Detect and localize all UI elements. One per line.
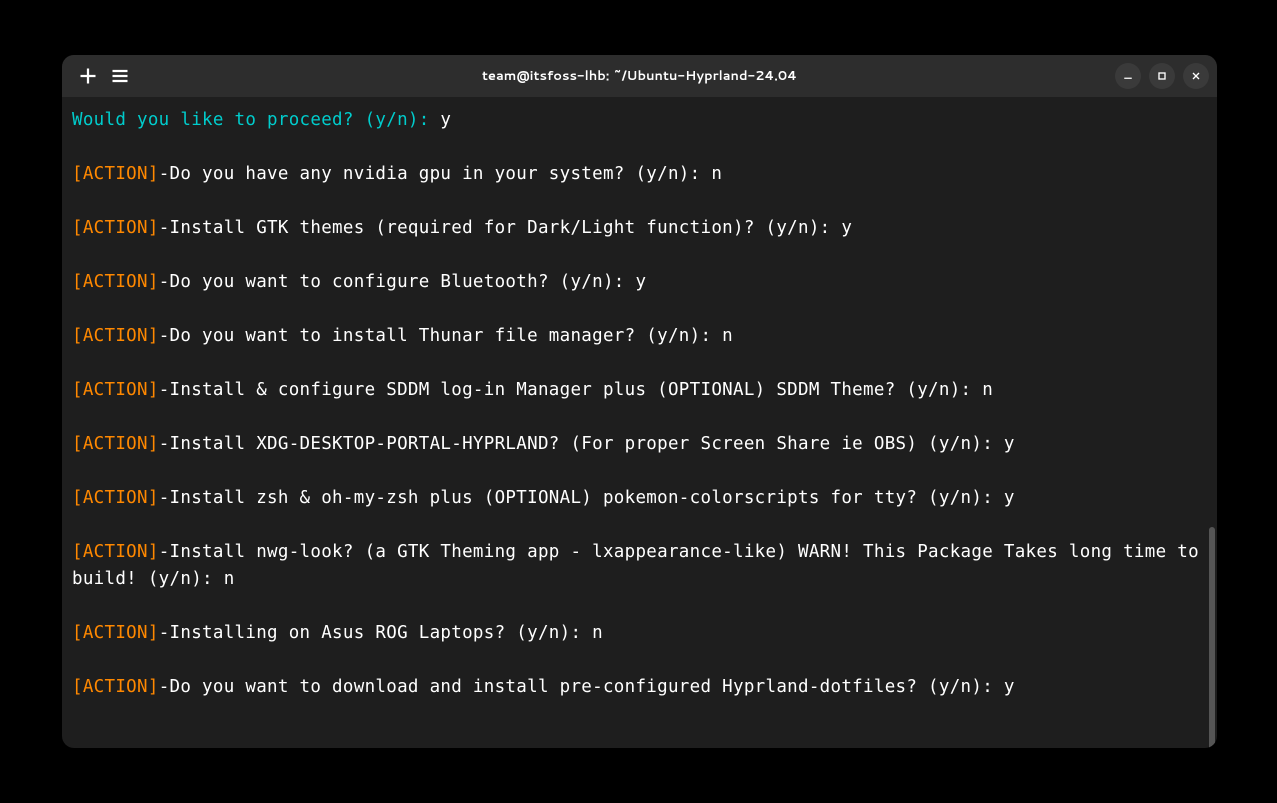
prompt-answer: y (440, 110, 451, 130)
hamburger-menu-button[interactable] (110, 66, 130, 86)
blank-line (72, 647, 1207, 674)
terminal-content[interactable]: Would you like to proceed? (y/n): y [ACT… (62, 97, 1217, 748)
blank-line (72, 458, 1207, 485)
prompt-line: Would you like to proceed? (y/n): y (72, 107, 1207, 134)
action-label: [ACTION] (72, 542, 159, 562)
blank-line (72, 242, 1207, 269)
action-line: [ACTION]-Install zsh & oh-my-zsh plus (O… (72, 485, 1207, 512)
action-line: [ACTION]-Do you want to install Thunar f… (72, 323, 1207, 350)
maximize-button[interactable] (1149, 63, 1175, 89)
action-line: [ACTION]-Install & configure SDDM log-in… (72, 377, 1207, 404)
blank-line (72, 512, 1207, 539)
action-text: -Install zsh & oh-my-zsh plus (OPTIONAL)… (159, 488, 1015, 508)
blank-line (72, 593, 1207, 620)
action-line: [ACTION]-Install XDG-DESKTOP-PORTAL-HYPR… (72, 431, 1207, 458)
prompt-question: Would you like to proceed? (y/n): (72, 110, 440, 130)
minimize-button[interactable] (1115, 63, 1141, 89)
window-title: team@itsfoss-lhb: ~/Ubuntu-Hyprland-24.0… (482, 67, 797, 85)
action-line: [ACTION]-Do you want to download and ins… (72, 674, 1207, 701)
blank-line (72, 134, 1207, 161)
titlebar-left-controls (70, 66, 130, 86)
blank-line (72, 350, 1207, 377)
action-text: -Install & configure SDDM log-in Manager… (159, 380, 993, 400)
terminal-window: team@itsfoss-lhb: ~/Ubuntu-Hyprland-24.0… (62, 55, 1217, 748)
action-text: -Install nwg-look? (a GTK Theming app - … (72, 542, 1210, 589)
action-text: -Install XDG-DESKTOP-PORTAL-HYPRLAND? (F… (159, 434, 1015, 454)
action-label: [ACTION] (72, 218, 159, 238)
action-line: [ACTION]-Installing on Asus ROG Laptops?… (72, 620, 1207, 647)
action-label: [ACTION] (72, 434, 159, 454)
titlebar-right-controls (1115, 63, 1209, 89)
action-text: -Do you want to install Thunar file mana… (159, 326, 733, 346)
blank-line (72, 296, 1207, 323)
action-text: -Install GTK themes (required for Dark/L… (159, 218, 853, 238)
action-label: [ACTION] (72, 164, 159, 184)
action-label: [ACTION] (72, 272, 159, 292)
titlebar: team@itsfoss-lhb: ~/Ubuntu-Hyprland-24.0… (62, 55, 1217, 97)
action-text: -Installing on Asus ROG Laptops? (y/n): … (159, 623, 603, 643)
new-tab-button[interactable] (78, 66, 98, 86)
action-line: [ACTION]-Do you want to configure Blueto… (72, 269, 1207, 296)
blank-line (72, 404, 1207, 431)
scrollbar[interactable] (1209, 527, 1215, 748)
action-label: [ACTION] (72, 380, 159, 400)
action-text: -Do you have any nvidia gpu in your syst… (159, 164, 722, 184)
close-button[interactable] (1183, 63, 1209, 89)
blank-line (72, 188, 1207, 215)
action-label: [ACTION] (72, 326, 159, 346)
action-text: -Do you want to download and install pre… (159, 677, 1015, 697)
action-label: [ACTION] (72, 677, 159, 697)
action-label: [ACTION] (72, 623, 159, 643)
action-line: [ACTION]-Install GTK themes (required fo… (72, 215, 1207, 242)
action-line: [ACTION]-Install nwg-look? (a GTK Themin… (72, 539, 1207, 593)
action-label: [ACTION] (72, 488, 159, 508)
action-text: -Do you want to configure Bluetooth? (y/… (159, 272, 647, 292)
action-line: [ACTION]-Do you have any nvidia gpu in y… (72, 161, 1207, 188)
